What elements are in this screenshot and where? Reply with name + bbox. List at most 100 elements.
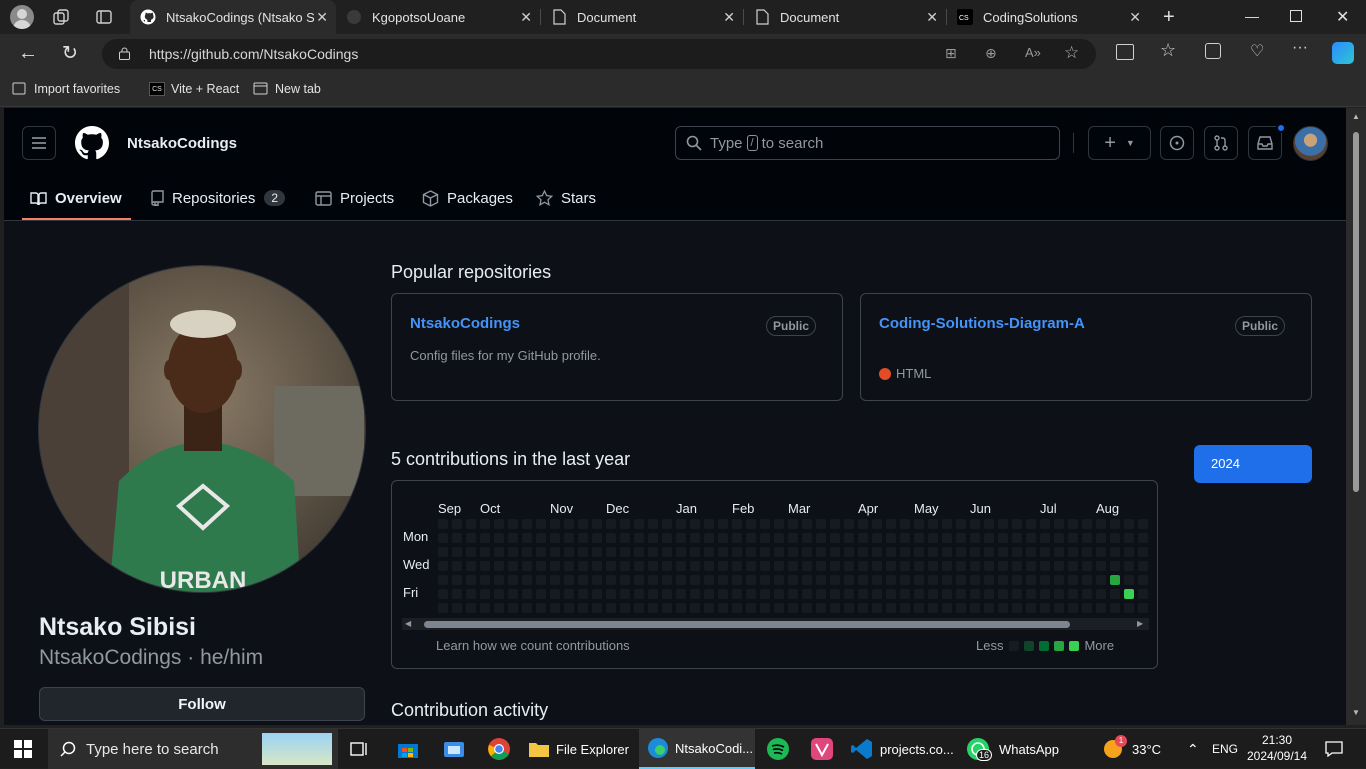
contribution-day-cell[interactable] [438,519,448,529]
contribution-day-cell[interactable] [508,533,518,543]
contribution-day-cell[interactable] [1110,547,1120,557]
contribution-day-cell[interactable] [984,589,994,599]
contribution-day-cell[interactable] [1096,533,1106,543]
contribution-day-cell[interactable] [578,589,588,599]
contribution-day-cell[interactable] [984,547,994,557]
contribution-day-cell[interactable] [690,561,700,571]
chrome-icon[interactable] [487,729,511,769]
contribution-day-cell[interactable] [970,589,980,599]
copilot-icon[interactable] [1332,42,1354,64]
split-screen-icon[interactable] [1116,44,1134,60]
contribution-day-cell[interactable] [690,533,700,543]
contribution-day-cell[interactable] [648,575,658,585]
contribution-day-cell[interactable] [858,547,868,557]
contribution-day-cell[interactable] [662,575,672,585]
contribution-day-cell[interactable] [970,603,980,613]
contribution-day-cell[interactable] [760,561,770,571]
contribution-day-cell[interactable] [970,533,980,543]
issues-button[interactable] [1160,126,1194,160]
contribution-day-cell[interactable] [1026,603,1036,613]
contribution-day-cell[interactable] [914,547,924,557]
contribution-day-cell[interactable] [550,589,560,599]
contribution-day-cell[interactable] [844,561,854,571]
taskbar-vscode[interactable]: projects.co... [850,729,958,769]
contribution-day-cell[interactable] [802,575,812,585]
contribution-day-cell[interactable] [746,603,756,613]
contribution-day-cell[interactable] [704,575,714,585]
contribution-day-cell[interactable] [1124,589,1134,599]
contribution-day-cell[interactable] [1082,575,1092,585]
favorite-vite-react[interactable]: CS Vite + React [149,82,239,96]
contribution-day-cell[interactable] [760,547,770,557]
tab-ntsakocodings[interactable]: NtsakoCodings (Ntsako Sibisi) ✕ [130,0,336,34]
contribution-day-cell[interactable] [1054,533,1064,543]
contribution-day-cell[interactable] [1054,547,1064,557]
contribution-day-cell[interactable] [816,547,826,557]
contribution-day-cell[interactable] [592,519,602,529]
contribution-day-cell[interactable] [802,519,812,529]
taskbar-edge-github[interactable]: NtsakoCodi... [639,729,755,769]
contribution-day-cell[interactable] [746,547,756,557]
contribution-day-cell[interactable] [746,575,756,585]
contribution-day-cell[interactable] [788,603,798,613]
contribution-day-cell[interactable] [480,603,490,613]
contribution-day-cell[interactable] [1012,589,1022,599]
contribution-day-cell[interactable] [522,547,532,557]
contribution-day-cell[interactable] [452,561,462,571]
contribution-day-cell[interactable] [1068,589,1078,599]
contribution-day-cell[interactable] [858,533,868,543]
contribution-day-cell[interactable] [718,519,728,529]
contribution-day-cell[interactable] [438,561,448,571]
contribution-day-cell[interactable] [438,575,448,585]
contribution-day-cell[interactable] [1012,547,1022,557]
contribution-day-cell[interactable] [648,533,658,543]
contribution-day-cell[interactable] [480,561,490,571]
contribution-day-cell[interactable] [1110,533,1120,543]
notification-center-icon[interactable] [1325,729,1343,769]
contribution-day-cell[interactable] [956,575,966,585]
close-tab-icon[interactable]: ✕ [1129,9,1141,26]
contribution-day-cell[interactable] [704,547,714,557]
contribution-day-cell[interactable] [732,589,742,599]
contribution-day-cell[interactable] [466,589,476,599]
tab-stars[interactable]: Stars [536,184,596,212]
contribution-day-cell[interactable] [914,589,924,599]
contribution-day-cell[interactable] [942,575,952,585]
contribution-day-cell[interactable] [564,547,574,557]
scrollbar-thumb[interactable] [1353,132,1359,492]
contribution-day-cell[interactable] [1026,533,1036,543]
contribution-day-cell[interactable] [592,589,602,599]
contribution-day-cell[interactable] [718,533,728,543]
contribution-day-cell[interactable] [494,533,504,543]
contribution-day-cell[interactable] [718,589,728,599]
contribution-day-cell[interactable] [942,589,952,599]
tab-actions-icon[interactable] [95,8,113,26]
contribution-day-cell[interactable] [816,519,826,529]
contribution-day-cell[interactable] [494,561,504,571]
contribution-day-cell[interactable] [662,561,672,571]
contribution-day-cell[interactable] [676,561,686,571]
contribution-day-cell[interactable] [1124,533,1134,543]
contribution-day-cell[interactable] [914,561,924,571]
contribution-day-cell[interactable] [1012,533,1022,543]
contribution-day-cell[interactable] [480,533,490,543]
contribution-day-cell[interactable] [466,519,476,529]
contribution-day-cell[interactable] [788,519,798,529]
contribution-day-cell[interactable] [886,603,896,613]
contribution-day-cell[interactable] [704,533,714,543]
tab-packages[interactable]: Packages [422,184,513,212]
contribution-day-cell[interactable] [564,533,574,543]
contribution-day-cell[interactable] [1110,603,1120,613]
contribution-day-cell[interactable] [1012,575,1022,585]
scroll-down-icon[interactable]: ▼ [1352,708,1360,717]
contribution-day-cell[interactable] [1082,519,1092,529]
contribution-day-cell[interactable] [662,547,672,557]
contribution-day-cell[interactable] [886,561,896,571]
contribution-day-cell[interactable] [760,589,770,599]
contribution-day-cell[interactable] [1068,533,1078,543]
contribution-day-cell[interactable] [452,533,462,543]
contribution-day-cell[interactable] [676,589,686,599]
contribution-day-cell[interactable] [1068,547,1078,557]
contribution-day-cell[interactable] [438,603,448,613]
contribution-day-cell[interactable] [1012,519,1022,529]
